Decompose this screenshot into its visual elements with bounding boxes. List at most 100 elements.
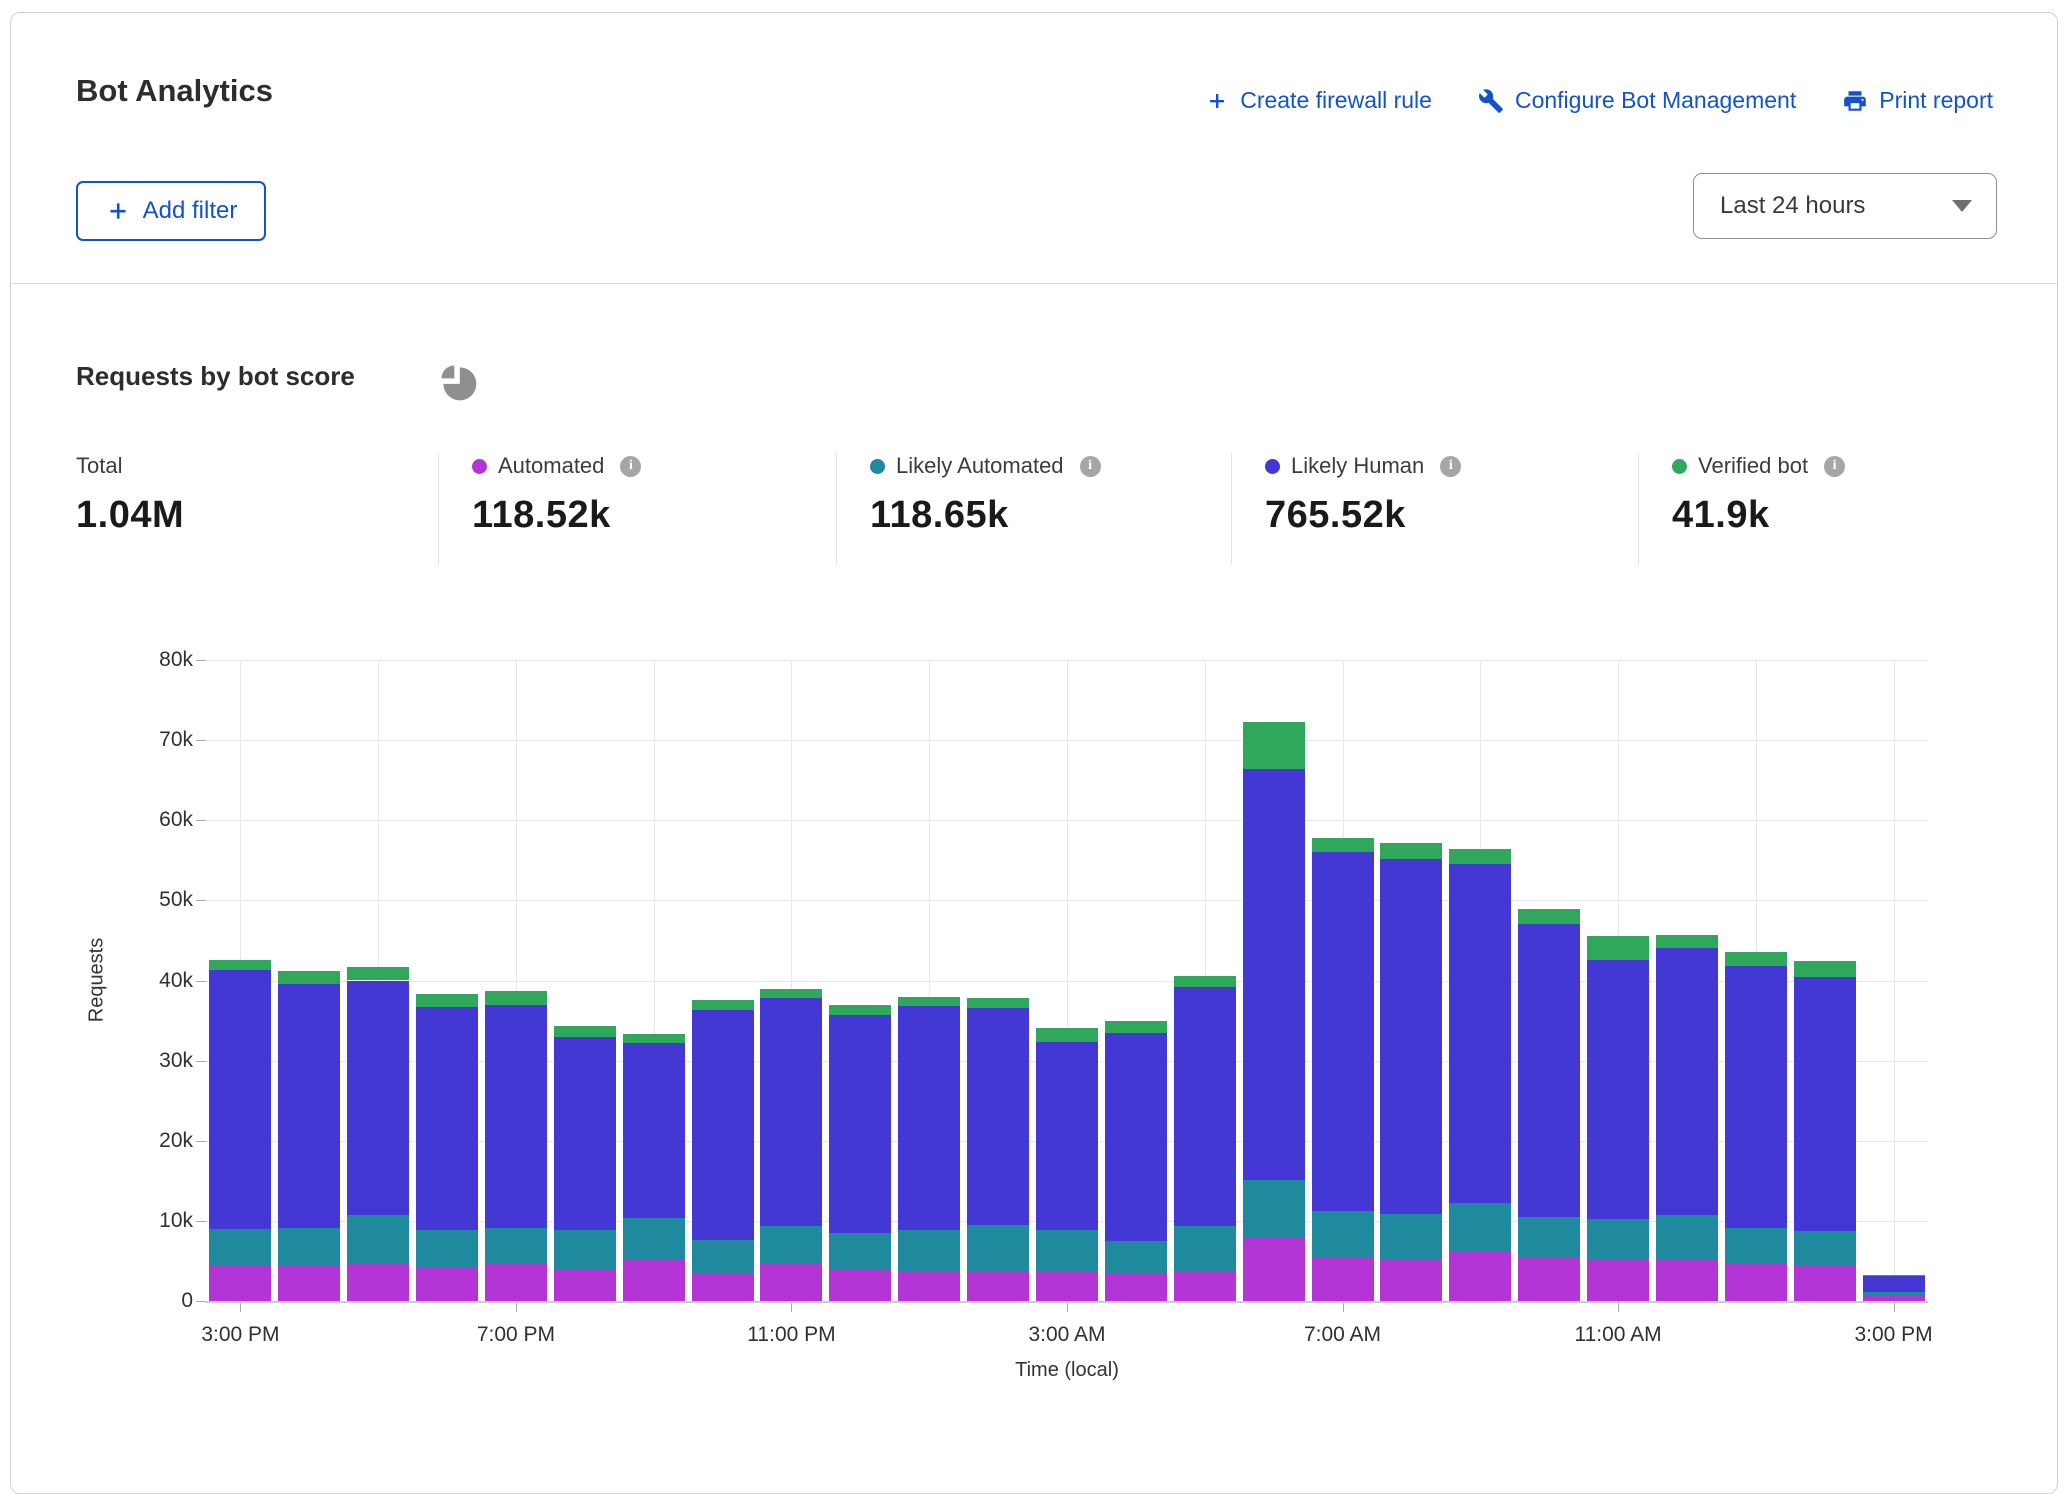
bar-segment-likely-human[interactable]: [623, 1043, 685, 1218]
bar-segment-verified-bot[interactable]: [1036, 1028, 1098, 1042]
stat-likely-human[interactable]: Likely Human i 765.52k: [1231, 453, 1638, 565]
bar-segment-likely-human[interactable]: [485, 1005, 547, 1229]
bar-segment-likely-human[interactable]: [1794, 977, 1856, 1231]
bar-segment-automated[interactable]: [347, 1263, 409, 1301]
bar-segment-automated[interactable]: [829, 1269, 891, 1301]
bar-segment-automated[interactable]: [209, 1265, 271, 1301]
bar-segment-likely-automated[interactable]: [209, 1229, 271, 1265]
bar-segment-likely-human[interactable]: [1863, 1276, 1925, 1292]
print-report-link[interactable]: Print report: [1842, 87, 1993, 114]
bar-segment-likely-automated[interactable]: [1449, 1203, 1511, 1251]
bar-segment-verified-bot[interactable]: [967, 998, 1029, 1008]
bar-segment-likely-human[interactable]: [1449, 864, 1511, 1203]
bar-segment-automated[interactable]: [760, 1263, 822, 1301]
bar-segment-likely-automated[interactable]: [554, 1230, 616, 1268]
bar-segment-verified-bot[interactable]: [623, 1034, 685, 1043]
bar-segment-likely-automated[interactable]: [1656, 1215, 1718, 1260]
bar-segment-likely-human[interactable]: [1656, 948, 1718, 1215]
bar-segment-likely-automated[interactable]: [1725, 1228, 1787, 1263]
bar-segment-verified-bot[interactable]: [1863, 1275, 1925, 1277]
bar-segment-likely-human[interactable]: [1725, 966, 1787, 1228]
bar-segment-automated[interactable]: [1449, 1251, 1511, 1301]
bar-segment-likely-automated[interactable]: [416, 1230, 478, 1267]
bar-segment-verified-bot[interactable]: [829, 1005, 891, 1015]
bar-segment-likely-automated[interactable]: [898, 1230, 960, 1270]
bar-segment-likely-human[interactable]: [760, 998, 822, 1226]
bar-segment-likely-automated[interactable]: [1380, 1214, 1442, 1259]
bar-segment-verified-bot[interactable]: [416, 994, 478, 1007]
bar-segment-likely-automated[interactable]: [278, 1228, 340, 1265]
bar-segment-likely-human[interactable]: [554, 1037, 616, 1231]
bar-segment-likely-human[interactable]: [692, 1010, 754, 1240]
time-range-dropdown[interactable]: Last 24 hours: [1693, 173, 1997, 239]
bar-segment-likely-automated[interactable]: [1312, 1211, 1374, 1257]
bar-segment-likely-automated[interactable]: [829, 1233, 891, 1269]
bar-segment-likely-human[interactable]: [416, 1007, 478, 1231]
bar-segment-likely-human[interactable]: [209, 970, 271, 1229]
bar-segment-likely-automated[interactable]: [692, 1240, 754, 1273]
bar-segment-likely-automated[interactable]: [485, 1228, 547, 1264]
bar-segment-likely-human[interactable]: [1587, 960, 1649, 1220]
bar-segment-likely-human[interactable]: [898, 1006, 960, 1230]
bar-segment-automated[interactable]: [278, 1265, 340, 1301]
info-icon[interactable]: i: [1440, 456, 1461, 477]
bar-segment-likely-automated[interactable]: [1794, 1231, 1856, 1265]
info-icon[interactable]: i: [1824, 456, 1845, 477]
bar-segment-verified-bot[interactable]: [760, 989, 822, 999]
bar-segment-automated[interactable]: [1518, 1257, 1580, 1301]
bar-segment-likely-automated[interactable]: [1174, 1226, 1236, 1271]
legend-item-verified-bot[interactable]: Verified bot i: [1672, 453, 2006, 479]
bar-segment-automated[interactable]: [554, 1269, 616, 1301]
bar-segment-verified-bot[interactable]: [485, 991, 547, 1005]
bar-segment-verified-bot[interactable]: [692, 1000, 754, 1010]
create-firewall-rule-link[interactable]: Create firewall rule: [1205, 87, 1432, 114]
bar-segment-automated[interactable]: [485, 1264, 547, 1301]
bar-segment-likely-automated[interactable]: [1518, 1217, 1580, 1257]
bar-segment-verified-bot[interactable]: [1243, 722, 1305, 769]
bar-segment-likely-human[interactable]: [1105, 1033, 1167, 1241]
bar-segment-automated[interactable]: [1656, 1260, 1718, 1301]
bar-segment-likely-automated[interactable]: [760, 1226, 822, 1264]
bar-segment-likely-automated[interactable]: [347, 1215, 409, 1262]
bar-segment-verified-bot[interactable]: [1656, 935, 1718, 949]
legend-item-likely-automated[interactable]: Likely Automated i: [870, 453, 1231, 479]
bar-segment-likely-human[interactable]: [1518, 924, 1580, 1216]
bar-segment-verified-bot[interactable]: [347, 967, 409, 981]
bar-segment-verified-bot[interactable]: [278, 971, 340, 984]
info-icon[interactable]: i: [620, 456, 641, 477]
bar-segment-likely-human[interactable]: [1174, 987, 1236, 1226]
legend-item-likely-human[interactable]: Likely Human i: [1265, 453, 1638, 479]
bar-segment-verified-bot[interactable]: [1449, 849, 1511, 864]
legend-item-automated[interactable]: Automated i: [472, 453, 836, 479]
bar-segment-likely-human[interactable]: [1380, 859, 1442, 1215]
bar-segment-automated[interactable]: [967, 1271, 1029, 1301]
bar-segment-likely-human[interactable]: [278, 984, 340, 1228]
bar-segment-automated[interactable]: [1380, 1259, 1442, 1301]
bar-segment-likely-automated[interactable]: [1036, 1230, 1098, 1270]
bar-segment-automated[interactable]: [1312, 1258, 1374, 1301]
bar-segment-likely-automated[interactable]: [967, 1225, 1029, 1271]
bar-segment-automated[interactable]: [1587, 1259, 1649, 1301]
bar-segment-verified-bot[interactable]: [209, 960, 271, 970]
bar-segment-likely-automated[interactable]: [1587, 1219, 1649, 1259]
bar-segment-verified-bot[interactable]: [1518, 909, 1580, 924]
bar-segment-likely-human[interactable]: [1312, 852, 1374, 1211]
bar-segment-automated[interactable]: [1725, 1263, 1787, 1301]
bar-segment-verified-bot[interactable]: [554, 1026, 616, 1036]
bar-segment-automated[interactable]: [692, 1273, 754, 1301]
bar-segment-automated[interactable]: [623, 1259, 685, 1301]
bar-segment-automated[interactable]: [416, 1267, 478, 1301]
bar-segment-automated[interactable]: [898, 1271, 960, 1301]
bar-segment-automated[interactable]: [1174, 1271, 1236, 1301]
configure-bot-management-link[interactable]: Configure Bot Management: [1478, 87, 1796, 114]
bar-segment-verified-bot[interactable]: [898, 997, 960, 1006]
bar-segment-likely-human[interactable]: [967, 1008, 1029, 1225]
info-icon[interactable]: i: [1080, 456, 1101, 477]
bar-segment-verified-bot[interactable]: [1725, 952, 1787, 966]
bar-segment-verified-bot[interactable]: [1105, 1021, 1167, 1032]
bar-segment-likely-human[interactable]: [829, 1015, 891, 1233]
bar-segment-automated[interactable]: [1794, 1265, 1856, 1301]
stat-automated[interactable]: Automated i 118.52k: [438, 453, 836, 565]
stat-verified-bot[interactable]: Verified bot i 41.9k: [1638, 453, 2006, 565]
bar-segment-automated[interactable]: [1243, 1237, 1305, 1301]
